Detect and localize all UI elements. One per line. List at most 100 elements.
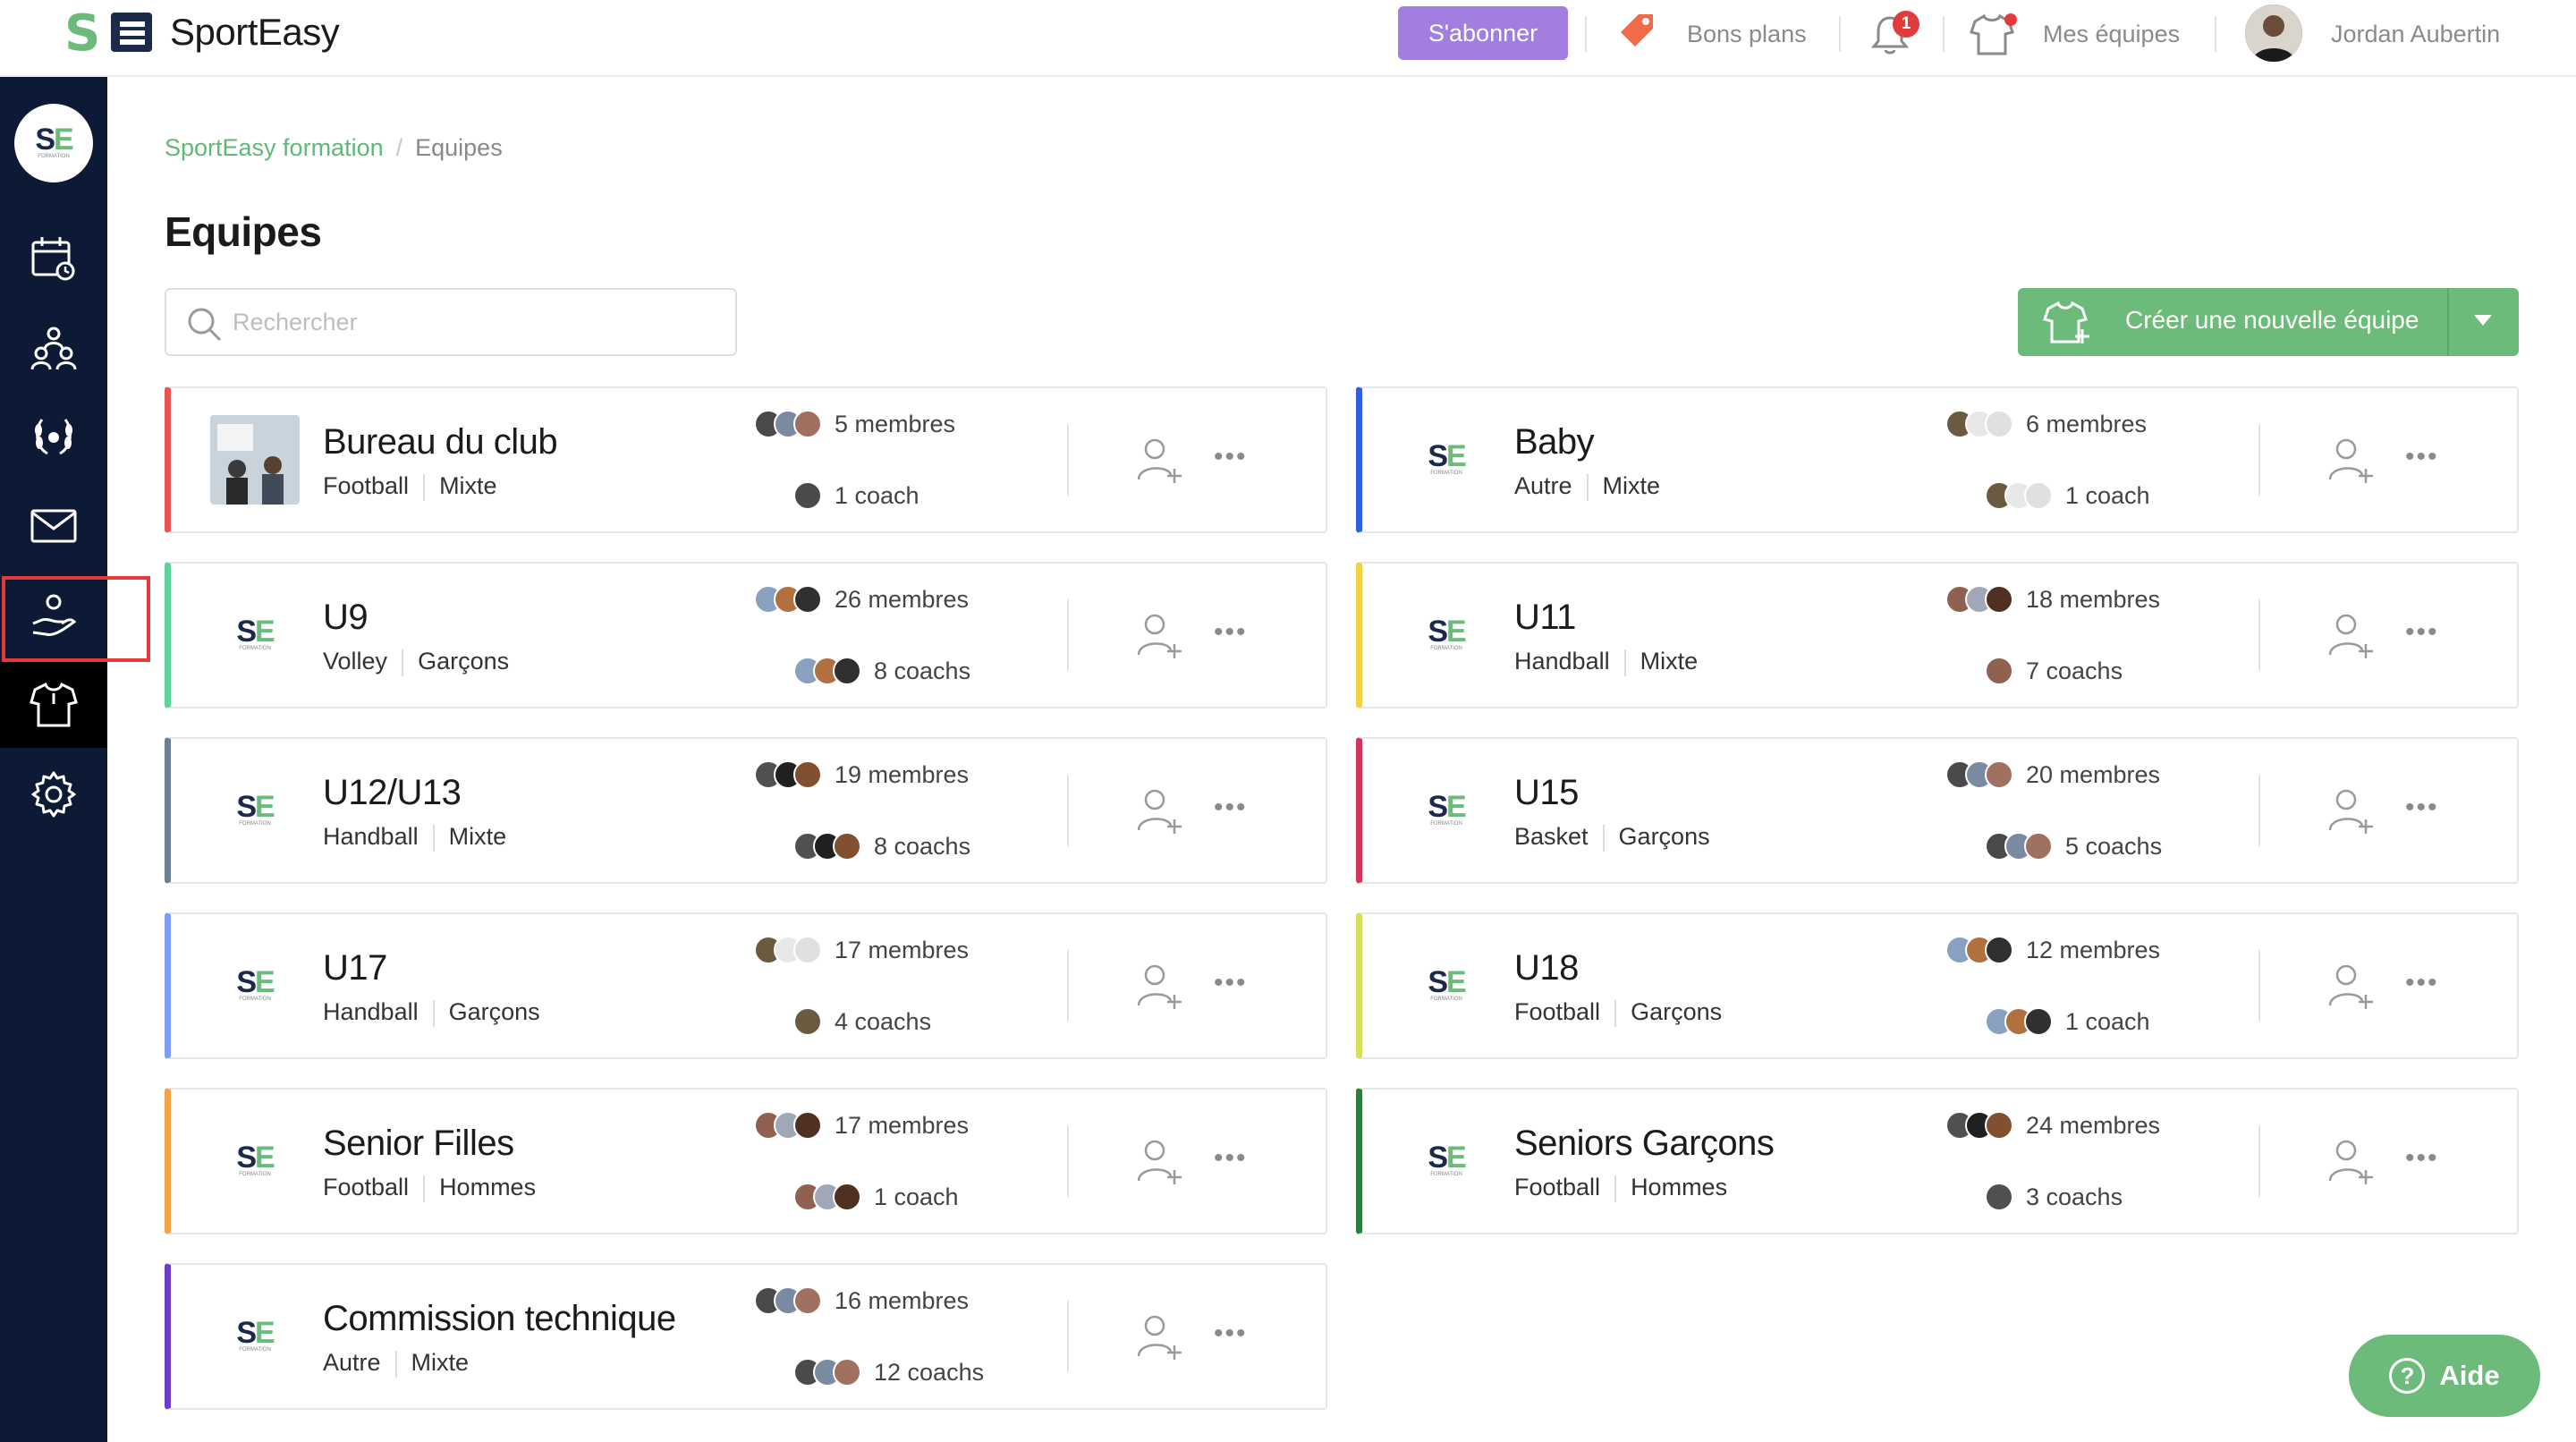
team-name[interactable]: U15 <box>1514 773 1579 813</box>
team-card[interactable]: SE FORMATION U18 Football Garçons 12 membres 1… <box>1356 912 2519 1059</box>
team-name[interactable]: Commission technique <box>323 1299 676 1339</box>
brand-logo[interactable]: S SportEasy <box>64 9 340 55</box>
team-card[interactable]: SE FORMATION Seniors Garçons Football Hommes… <box>1356 1088 2519 1234</box>
more-options-icon[interactable]: ••• <box>1214 1145 1248 1172</box>
more-options-icon[interactable]: ••• <box>2405 619 2439 646</box>
members-count: 16 membres <box>835 1286 970 1314</box>
more-options-icon[interactable]: ••• <box>1214 619 1248 646</box>
team-card[interactable]: SE FORMATION Baby Autre Mixte 6 membres 1 coac… <box>1356 386 2519 533</box>
add-member-icon[interactable] <box>2326 1138 2375 1184</box>
team-members[interactable]: 17 membres <box>754 1111 969 1140</box>
more-options-icon[interactable]: ••• <box>1214 970 1248 997</box>
team-coaches[interactable]: 12 coachs <box>793 1358 984 1387</box>
add-member-icon[interactable] <box>1135 787 1183 834</box>
team-name[interactable]: Seniors Garçons <box>1514 1124 1775 1164</box>
team-members[interactable]: 26 membres <box>754 585 969 614</box>
team-name[interactable]: U17 <box>323 948 387 988</box>
more-options-icon[interactable]: ••• <box>2405 970 2439 997</box>
team-coaches[interactable]: 3 coachs <box>1985 1183 2123 1211</box>
team-name[interactable]: U12/U13 <box>323 773 462 813</box>
team-card[interactable]: SE FORMATION Senior Filles Football Hommes 17… <box>165 1088 1327 1234</box>
team-members[interactable]: 16 membres <box>754 1286 969 1315</box>
team-card[interactable]: Bureau du club Football Mixte 5 membres 1 co… <box>165 386 1327 533</box>
add-member-icon[interactable] <box>1135 1313 1183 1360</box>
search-input[interactable] <box>233 304 716 340</box>
sidebar-item-messages[interactable] <box>0 483 107 569</box>
team-name[interactable]: U9 <box>323 598 369 638</box>
team-coaches[interactable]: 1 coach <box>1985 481 2150 510</box>
breadcrumb-root[interactable]: SportEasy formation <box>165 134 384 161</box>
add-member-icon[interactable] <box>2326 612 2375 658</box>
team-members[interactable]: 6 membres <box>1945 410 2147 438</box>
sidebar-item-calendar[interactable] <box>0 215 107 301</box>
team-coaches[interactable]: 8 coachs <box>793 657 970 685</box>
add-member-icon[interactable] <box>1135 612 1183 658</box>
shirt-icon[interactable] <box>1968 9 2021 59</box>
my-teams-link[interactable]: Mes équipes <box>2043 16 2180 52</box>
add-member-icon[interactable] <box>2326 963 2375 1009</box>
team-members[interactable]: 18 membres <box>1945 585 2160 614</box>
more-options-icon[interactable]: ••• <box>1214 794 1248 821</box>
search-box[interactable] <box>165 288 737 356</box>
sportseasy-logo-icon: S <box>64 9 152 55</box>
page-title: Equipes <box>165 208 322 255</box>
more-options-icon[interactable]: ••• <box>2405 444 2439 471</box>
team-card[interactable]: SE FORMATION U17 Handball Garçons 17 membres 4… <box>165 912 1327 1059</box>
sidebar-item-teams[interactable] <box>0 662 107 748</box>
shirt-plus-icon <box>2043 301 2089 344</box>
user-name[interactable]: Jordan Aubertin <box>2331 16 2500 52</box>
more-options-icon[interactable]: ••• <box>1214 444 1248 471</box>
team-name[interactable]: Baby <box>1514 422 1595 462</box>
help-button[interactable]: ? Aide <box>2349 1335 2540 1417</box>
add-member-icon[interactable] <box>1135 437 1183 483</box>
create-team-button[interactable]: Créer une nouvelle équipe <box>2018 288 2519 356</box>
team-members[interactable]: 20 membres <box>1945 760 2160 789</box>
team-coaches[interactable]: 1 coach <box>793 481 919 510</box>
more-options-icon[interactable]: ••• <box>2405 794 2439 821</box>
team-coaches[interactable]: 8 coachs <box>793 832 970 861</box>
team-card[interactable]: SE FORMATION U11 Handball Mixte 18 membres 7 c… <box>1356 562 2519 708</box>
team-coaches[interactable]: 7 coachs <box>1985 657 2123 685</box>
team-members[interactable]: 24 membres <box>1945 1111 2160 1140</box>
team-sport: Football <box>323 1174 410 1200</box>
team-thumbnail: SE FORMATION <box>1402 941 1491 1031</box>
team-card[interactable]: SE FORMATION Commission technique Autre Mixt… <box>165 1263 1327 1410</box>
team-coaches[interactable]: 4 coachs <box>793 1007 931 1036</box>
add-member-icon[interactable] <box>2326 787 2375 834</box>
top-separator <box>2215 16 2216 52</box>
more-options-icon[interactable]: ••• <box>2405 1145 2439 1172</box>
team-members[interactable]: 5 membres <box>754 410 955 438</box>
add-member-icon[interactable] <box>2326 437 2375 483</box>
tag-icon[interactable] <box>1615 9 1658 55</box>
team-card[interactable]: SE FORMATION U9 Volley Garçons 26 membres 8 co… <box>165 562 1327 708</box>
team-members[interactable]: 19 membres <box>754 760 969 789</box>
team-members[interactable]: 17 membres <box>754 936 969 964</box>
members-count: 12 membres <box>2026 936 2161 963</box>
subscribe-button[interactable]: S'abonner <box>1398 6 1568 60</box>
deals-link[interactable]: Bons plans <box>1687 16 1807 52</box>
avatar <box>793 760 822 789</box>
team-name[interactable]: Bureau du club <box>323 422 558 462</box>
team-sport: Football <box>1514 998 1601 1025</box>
team-name[interactable]: Senior Filles <box>323 1124 514 1164</box>
team-name[interactable]: U18 <box>1514 948 1579 988</box>
team-name[interactable]: U11 <box>1514 598 1576 638</box>
add-member-icon[interactable] <box>1135 963 1183 1009</box>
dropdown-caret-icon[interactable] <box>2474 315 2492 326</box>
team-coaches[interactable]: 1 coach <box>1985 1007 2150 1036</box>
sidebar-item-trophies[interactable] <box>0 394 107 479</box>
sidebar-item-members[interactable] <box>0 304 107 390</box>
user-avatar[interactable] <box>2245 4 2302 62</box>
add-member-icon[interactable] <box>1135 1138 1183 1184</box>
team-card[interactable]: SE FORMATION U15 Basket Garçons 20 membres 5 c… <box>1356 737 2519 884</box>
more-options-icon[interactable]: ••• <box>1214 1320 1248 1347</box>
team-coaches[interactable]: 1 coach <box>793 1183 959 1211</box>
team-sport: Basket <box>1514 823 1589 850</box>
team-card[interactable]: SE FORMATION U12/U13 Handball Mixte 19 membre… <box>165 737 1327 884</box>
team-sport: Handball <box>323 998 419 1025</box>
club-logo[interactable]: SE FORMATION <box>14 104 93 182</box>
sidebar-item-settings[interactable] <box>0 751 107 837</box>
team-coaches[interactable]: 5 coachs <box>1985 832 2162 861</box>
team-members[interactable]: 12 membres <box>1945 936 2160 964</box>
avatar-stack <box>793 1007 822 1036</box>
